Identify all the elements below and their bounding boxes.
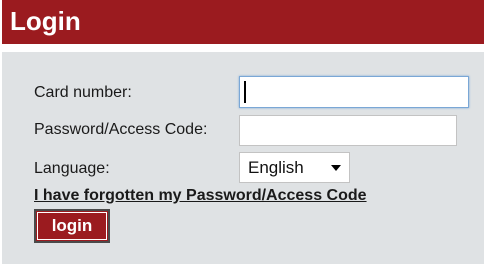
- forgot-password-link[interactable]: I have forgotten my Password/Access Code: [34, 186, 367, 206]
- language-selected-value: English: [248, 158, 304, 177]
- password-input[interactable]: [239, 115, 457, 146]
- card-number-input[interactable]: [239, 76, 469, 108]
- login-panel: Login Card number: Password/Access Code:…: [0, 0, 486, 267]
- login-button[interactable]: login: [34, 209, 110, 243]
- chevron-down-icon: [331, 165, 341, 171]
- language-label: Language:: [34, 160, 110, 177]
- page-title: Login: [10, 6, 81, 36]
- password-label: Password/Access Code:: [34, 121, 208, 138]
- language-select[interactable]: English: [239, 152, 350, 183]
- login-header: Login: [2, 0, 484, 44]
- card-number-label: Card number:: [34, 84, 132, 101]
- text-caret: [244, 81, 246, 103]
